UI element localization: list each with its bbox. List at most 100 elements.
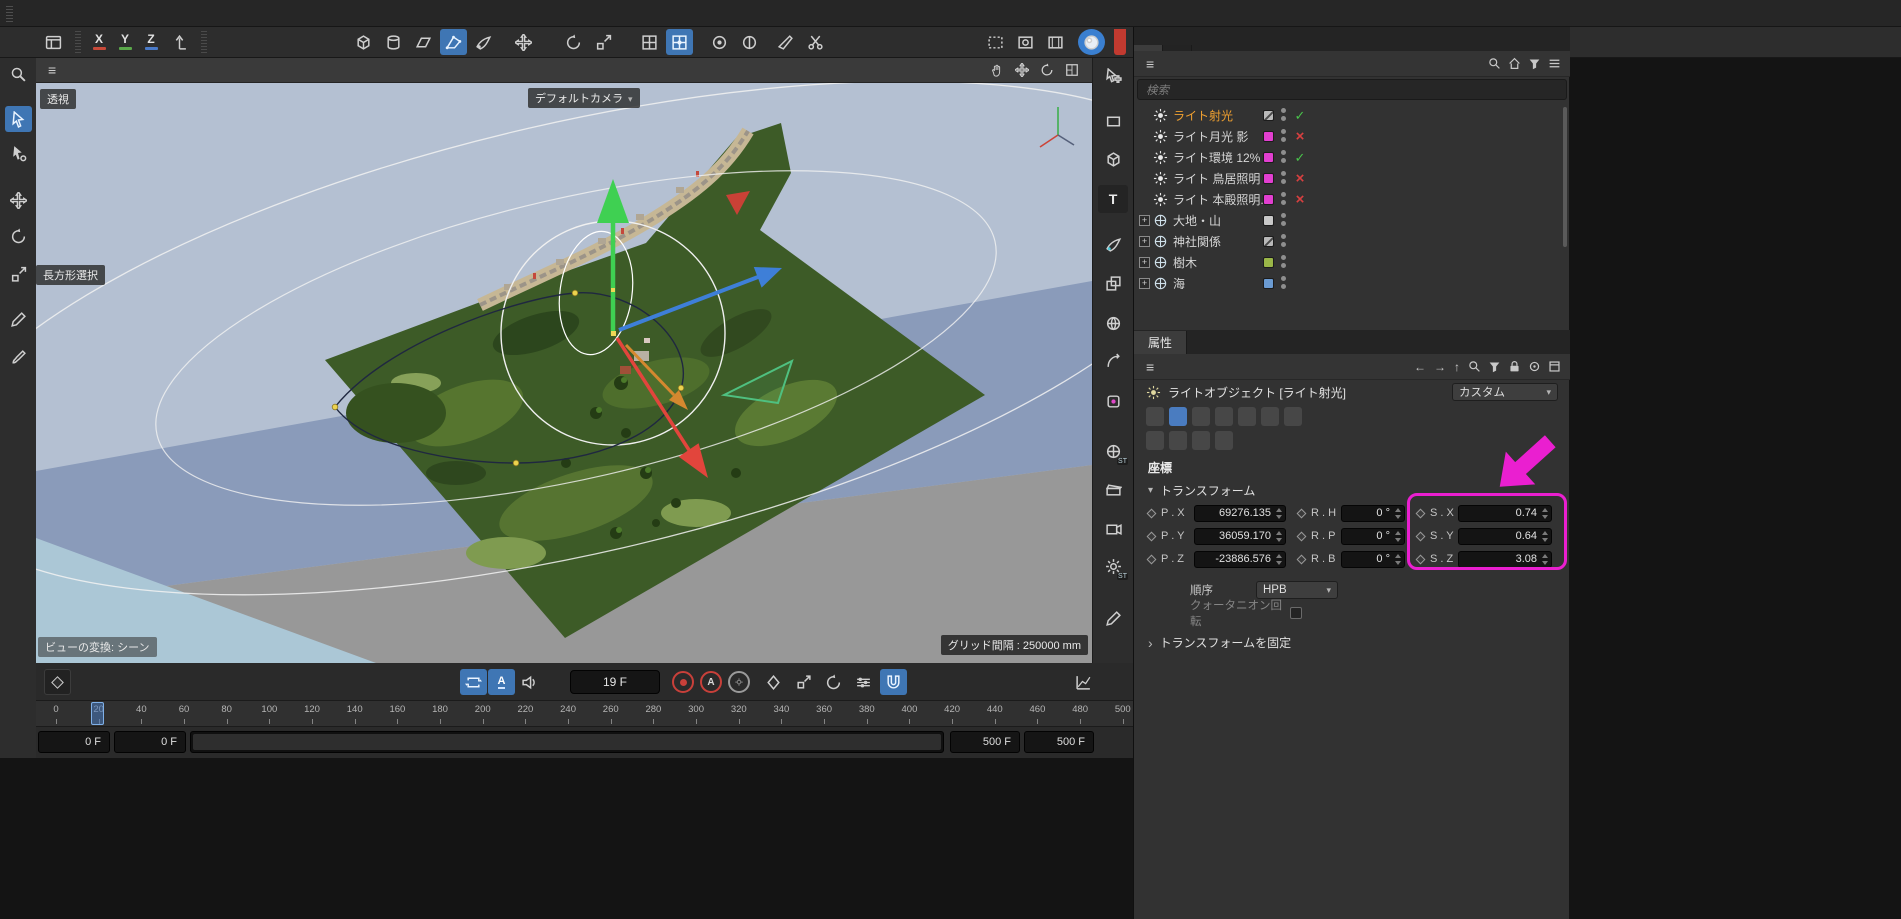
spinner-icon[interactable] bbox=[1394, 531, 1402, 542]
go-to-end-button[interactable] bbox=[424, 669, 451, 695]
preview-max-field[interactable]: 500 F bbox=[950, 731, 1020, 753]
position-field[interactable]: 69276.135 bbox=[1194, 505, 1286, 522]
spinner-icon[interactable] bbox=[1541, 554, 1549, 565]
position-field[interactable]: 36059.170 bbox=[1194, 528, 1286, 545]
search-icon[interactable] bbox=[1465, 357, 1484, 376]
cylinder-primitive-button[interactable] bbox=[380, 29, 407, 55]
object-row[interactable]: + 大地・山 bbox=[1134, 210, 1570, 231]
sky-object-icon[interactable]: ST bbox=[1098, 437, 1128, 465]
zoom-tool-icon[interactable] bbox=[5, 61, 32, 87]
object-row[interactable]: + ライト月光 影 × bbox=[1134, 126, 1570, 147]
scale-tool-icon[interactable] bbox=[590, 29, 617, 55]
history-forward-icon[interactable]: → bbox=[1430, 360, 1450, 374]
axis-modify-icon[interactable] bbox=[166, 29, 193, 55]
object-row[interactable]: + ライト環境 12% ✓ bbox=[1134, 147, 1570, 168]
move-tool-icon[interactable] bbox=[5, 187, 32, 213]
loop-playback-button[interactable] bbox=[460, 669, 487, 695]
attribute-tab[interactable] bbox=[1192, 407, 1210, 426]
light-object-icon[interactable]: ST bbox=[1098, 552, 1128, 580]
camera-label[interactable]: デフォルトカメラ▾ bbox=[528, 88, 640, 108]
split-tool-icon[interactable] bbox=[802, 29, 829, 55]
filter-icon[interactable] bbox=[1525, 54, 1544, 73]
current-frame-field[interactable]: 19 F bbox=[570, 670, 660, 694]
record-rotation-toggle[interactable] bbox=[820, 669, 847, 695]
current-frame-marker[interactable] bbox=[91, 702, 104, 725]
expand-toggle[interactable]: + bbox=[1139, 236, 1150, 247]
range-max-field[interactable]: 500 F bbox=[1024, 731, 1094, 753]
spinner-icon[interactable] bbox=[1275, 554, 1283, 565]
keyframe-dot[interactable] bbox=[1297, 554, 1307, 564]
layer-color-chip[interactable] bbox=[1263, 173, 1274, 184]
spinner-icon[interactable] bbox=[1275, 508, 1283, 519]
layer-color-chip[interactable] bbox=[1263, 110, 1274, 121]
cursor-plus-icon[interactable] bbox=[1098, 62, 1128, 90]
sound-toggle-button[interactable] bbox=[516, 669, 543, 695]
attribute-tab[interactable] bbox=[1284, 407, 1302, 426]
visibility-dots[interactable] bbox=[1281, 150, 1286, 163]
record-scale-toggle[interactable] bbox=[790, 669, 817, 695]
keyframe-dot[interactable] bbox=[1297, 531, 1307, 541]
object-row[interactable]: + ライト射光 ✓ bbox=[1134, 105, 1570, 126]
attribute-tab[interactable] bbox=[1146, 431, 1164, 450]
scale-field[interactable]: 3.08 bbox=[1458, 551, 1552, 568]
coordinate-system-button[interactable] bbox=[510, 29, 537, 55]
object-row[interactable]: + ライト 鳥居照明 × bbox=[1134, 168, 1570, 189]
previous-frame-button[interactable] bbox=[304, 669, 331, 695]
plane-primitive-button[interactable] bbox=[410, 29, 437, 55]
rotation-field[interactable]: 0 ° bbox=[1341, 505, 1405, 522]
visibility-dots[interactable] bbox=[1281, 108, 1286, 121]
layer-color-chip[interactable] bbox=[1263, 194, 1274, 205]
visibility-dots[interactable] bbox=[1281, 171, 1286, 184]
cube-object-icon[interactable] bbox=[1098, 145, 1128, 173]
text-tool-icon[interactable]: T bbox=[1098, 185, 1128, 213]
record-position-toggle[interactable] bbox=[760, 669, 787, 695]
attribute-tab[interactable] bbox=[1169, 407, 1187, 426]
record-keyframe-button[interactable] bbox=[672, 671, 694, 693]
scale-tool-icon[interactable] bbox=[5, 261, 32, 287]
new-panel-icon[interactable] bbox=[1545, 357, 1564, 376]
scene-canvas[interactable]: 透視 デフォルトカメラ▾ 長方形選択 ビューの変換: シーン グリッド間隔 : … bbox=[36, 83, 1092, 663]
interactive-render-button[interactable] bbox=[1078, 29, 1105, 55]
object-list-scrollbar[interactable] bbox=[1563, 107, 1567, 247]
workplane-grid-icon[interactable] bbox=[636, 29, 663, 55]
keyframe-dot[interactable] bbox=[1147, 554, 1157, 564]
visibility-dots[interactable] bbox=[1281, 192, 1286, 205]
visibility-dots[interactable] bbox=[1281, 234, 1286, 247]
snap-toggle[interactable] bbox=[880, 669, 907, 695]
attribute-tab[interactable] bbox=[1261, 407, 1279, 426]
cloner-object-icon[interactable] bbox=[1098, 269, 1128, 297]
object-row[interactable]: + ライト 本殿照明. × bbox=[1134, 189, 1570, 210]
preset-dropdown[interactable]: カスタム▾ bbox=[1452, 383, 1558, 401]
pencil-tool-icon[interactable] bbox=[1098, 604, 1128, 632]
field-object-icon[interactable] bbox=[1098, 387, 1128, 415]
tweak-tool-icon[interactable] bbox=[5, 140, 32, 166]
enable-state-icon[interactable] bbox=[1292, 252, 1308, 273]
attributes-tab[interactable]: 属性 bbox=[1134, 331, 1187, 354]
timeline-ruler[interactable]: 0204060801001201401601802002202402602803… bbox=[36, 701, 1133, 727]
brush-tool-icon[interactable] bbox=[5, 344, 32, 370]
filter-icon[interactable] bbox=[1485, 357, 1504, 376]
enable-state-icon[interactable]: × bbox=[1292, 189, 1308, 210]
bend-deformer-icon[interactable] bbox=[1098, 347, 1128, 375]
visibility-dots[interactable] bbox=[1281, 255, 1286, 268]
attribute-tab[interactable] bbox=[1192, 431, 1210, 450]
enable-state-icon[interactable] bbox=[1292, 273, 1308, 294]
layer-color-chip[interactable] bbox=[1263, 215, 1274, 226]
spline-pen-button[interactable] bbox=[470, 29, 497, 55]
attribute-tab[interactable] bbox=[1215, 431, 1233, 450]
ring-select-icon[interactable] bbox=[706, 29, 733, 55]
drag-grip[interactable] bbox=[6, 4, 13, 22]
spinner-icon[interactable] bbox=[1275, 531, 1283, 542]
keyframe-dot[interactable] bbox=[1147, 508, 1157, 518]
enable-state-icon[interactable] bbox=[1292, 210, 1308, 231]
freeze-group-header[interactable]: › トランスフォームを固定 bbox=[1148, 634, 1291, 651]
range-min-field[interactable]: 0 F bbox=[38, 731, 110, 753]
keyframe-settings-button[interactable] bbox=[728, 671, 750, 693]
loop-select-icon[interactable] bbox=[736, 29, 763, 55]
home-icon[interactable] bbox=[1505, 54, 1524, 73]
go-to-start-button[interactable] bbox=[244, 669, 271, 695]
scale-field[interactable]: 0.64 bbox=[1458, 528, 1552, 545]
keyframe-dot[interactable] bbox=[1147, 531, 1157, 541]
rotate-tool-icon[interactable] bbox=[560, 29, 587, 55]
layout-button[interactable] bbox=[40, 29, 67, 55]
